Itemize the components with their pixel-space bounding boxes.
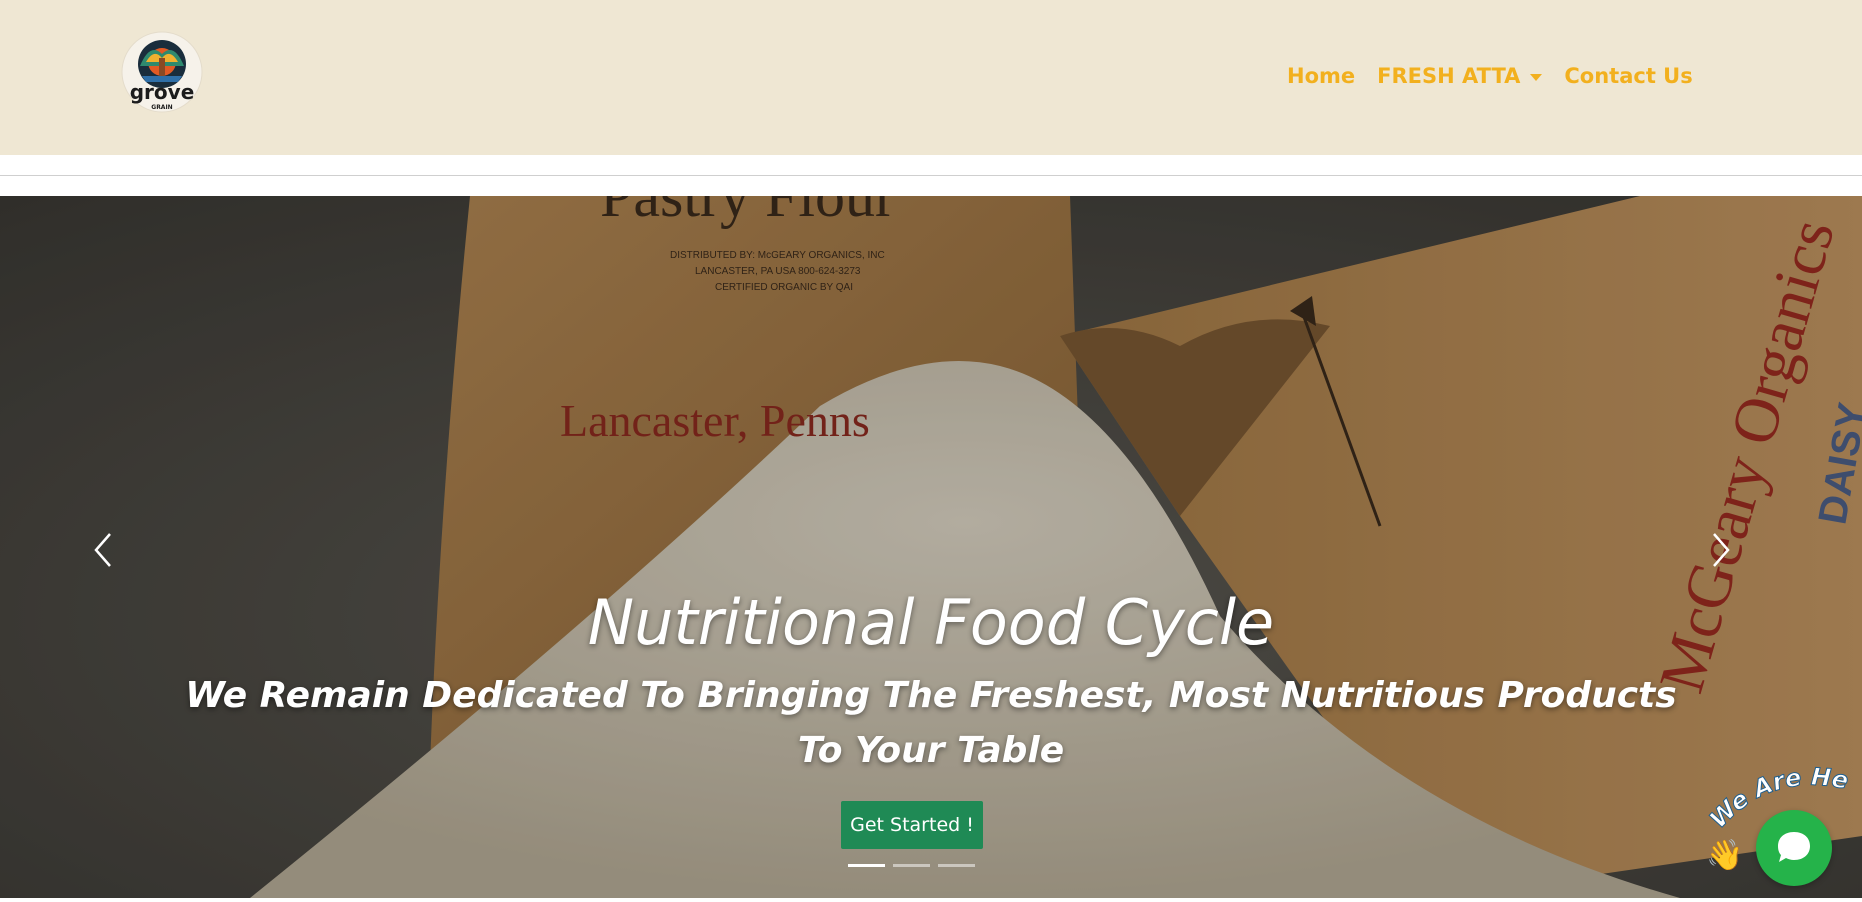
carousel-indicator-2[interactable] [893, 864, 930, 867]
get-started-button[interactable]: Get Started ! [841, 801, 983, 849]
nav-fresh-atta-dropdown[interactable]: FRESH ATTA [1377, 64, 1543, 88]
waving-hand-icon: 👋 [1706, 839, 1744, 872]
caret-down-icon [1530, 73, 1543, 81]
nav-fresh-atta-label: FRESH ATTA [1377, 64, 1521, 88]
header-divider [0, 175, 1862, 176]
carousel-indicators [848, 864, 975, 867]
chat-bubble-icon [1778, 832, 1810, 862]
logo-name: grove [130, 80, 195, 104]
hero-subtitle: We Remain Dedicated To Bringing The Fres… [0, 668, 1862, 778]
hero-subtitle-line-2: To Your Table [797, 730, 1065, 771]
chat-launcher-button[interactable] [1756, 810, 1832, 886]
carousel-next-button[interactable] [1700, 526, 1740, 574]
carousel-prev-button[interactable] [84, 526, 124, 574]
logo-tagline: GRAIN [151, 104, 172, 111]
hero-carousel: Pastry Flour DISTRIBUTED BY: McGEARY ORG… [0, 196, 1862, 898]
carousel-indicator-3[interactable] [938, 864, 975, 867]
chevron-left-icon [94, 533, 111, 567]
carousel-indicator-1[interactable] [848, 864, 885, 867]
hero-title: Nutritional Food Cycle [587, 586, 1275, 659]
main-nav: Home FRESH ATTA Contact Us [1287, 64, 1693, 88]
grove-grain-logo[interactable]: grove GRAIN [120, 28, 204, 120]
chevron-right-icon [1713, 533, 1730, 567]
nav-home-link[interactable]: Home [1287, 64, 1355, 88]
hero-overlay [0, 196, 1862, 898]
nav-contact-link[interactable]: Contact Us [1564, 64, 1692, 88]
site-header: grove GRAIN Home FRESH ATTA Contact Us [0, 0, 1862, 155]
hero-subtitle-line-1: We Remain Dedicated To Bringing The Fres… [185, 675, 1677, 716]
